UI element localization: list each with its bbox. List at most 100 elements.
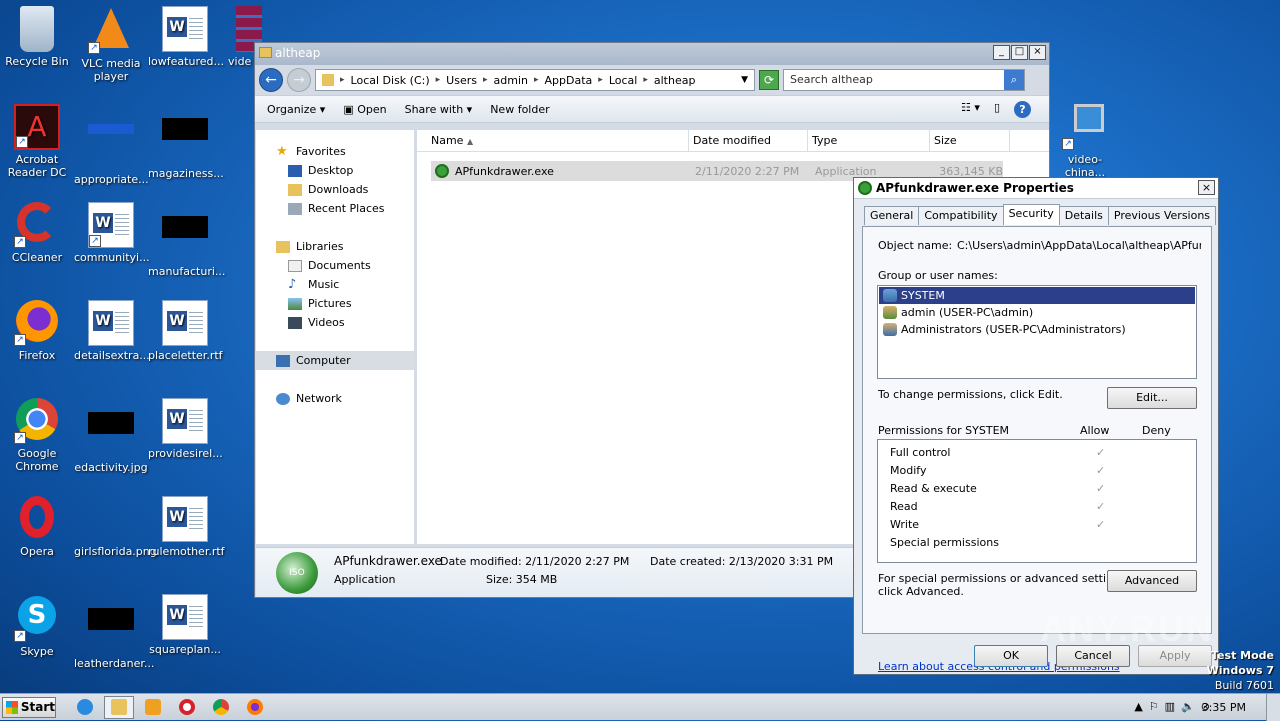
breadcrumb-local[interactable]: Local	[609, 74, 638, 87]
breadcrumb-appdata[interactable]: AppData	[545, 74, 593, 87]
nav-documents[interactable]: Documents	[256, 256, 414, 275]
user-row-admin[interactable]: admin (USER-PC\admin)	[879, 304, 1195, 321]
nav-favorites[interactable]: ★ Favorites	[256, 142, 414, 161]
search-icon[interactable]: ⌕	[1004, 70, 1024, 90]
share-with-button[interactable]: Share with ▾	[405, 103, 473, 116]
nav-music[interactable]: ♪ Music	[256, 275, 414, 294]
desktop-icon-providesirel[interactable]: providesirel...	[148, 398, 223, 460]
desktop-icon-leatherdaner[interactable]: leatherdaner...	[74, 594, 154, 670]
desktop-icon-placeletter[interactable]: placeletter.rtf	[148, 300, 223, 362]
network-tray-icon[interactable]: ▥	[1165, 700, 1175, 713]
desktop-icon-opera[interactable]: Opera	[0, 496, 74, 558]
ok-button[interactable]: OK	[974, 645, 1048, 667]
videos-icon	[288, 316, 302, 329]
show-hidden-icons-icon[interactable]: ▲	[1134, 700, 1142, 713]
nav-desktop[interactable]: Desktop	[256, 161, 414, 180]
tab-previous-versions[interactable]: Previous Versions	[1107, 206, 1217, 225]
column-date-modified[interactable]: Date modified	[689, 130, 808, 151]
show-desktop-button[interactable]	[1266, 694, 1280, 721]
breadcrumb-users[interactable]: Users	[446, 74, 477, 87]
clock[interactable]: 3:35 PM	[1202, 701, 1246, 714]
desktop-icon-squareplan[interactable]: squareplan...	[148, 594, 222, 656]
view-options-icon[interactable]: ☷ ▾	[961, 101, 980, 118]
taskbar-firefox[interactable]	[240, 696, 270, 719]
tab-compatibility[interactable]: Compatibility	[918, 206, 1004, 225]
search-input[interactable]: Search altheap ⌕	[783, 69, 1025, 91]
column-type[interactable]: Type	[808, 130, 930, 151]
breadcrumb-admin[interactable]: admin	[494, 74, 528, 87]
close-button[interactable]: ×	[1029, 45, 1046, 60]
nav-videos[interactable]: Videos	[256, 313, 414, 332]
nav-pictures[interactable]: Pictures	[256, 294, 414, 313]
star-icon: ★	[276, 143, 288, 159]
tab-security[interactable]: Security	[1002, 204, 1060, 225]
column-name[interactable]: Name ▲	[417, 130, 689, 151]
refresh-button[interactable]: ⟳	[759, 70, 779, 90]
desktop-icon-communityi[interactable]: ↗ communityi...	[74, 202, 150, 264]
allow-check-icon: ✓	[1096, 464, 1106, 477]
action-center-icon[interactable]: ⚐	[1149, 700, 1159, 713]
advanced-button[interactable]: Advanced	[1107, 570, 1197, 592]
users-group-icon	[883, 289, 897, 302]
nav-network[interactable]: Network	[256, 389, 414, 408]
special-permissions-text-1: For special permissions or advanced sett…	[878, 572, 1130, 585]
security-tab-page: Object name: C:\Users\admin\AppData\Loca…	[862, 226, 1212, 673]
tab-general[interactable]: General	[864, 206, 920, 225]
user-row-administrators[interactable]: Administrators (USER-PC\Administrators)	[879, 321, 1195, 338]
breadcrumb-local-disk[interactable]: Local Disk (C:)	[351, 74, 430, 87]
desktop-icon-manufacturi[interactable]: manufacturi...	[148, 202, 225, 278]
maximize-button[interactable]: □	[1011, 45, 1028, 60]
perm-write: Write	[890, 518, 920, 531]
taskbar-opera[interactable]	[172, 696, 202, 719]
desktop-icon-firefox[interactable]: ↗ Firefox	[0, 300, 74, 362]
nav-libraries[interactable]: Libraries	[256, 237, 414, 256]
edit-button[interactable]: Edit...	[1107, 387, 1197, 409]
open-button[interactable]: ▣ Open	[343, 103, 386, 116]
desktop-icon-ccleaner[interactable]: ↗ CCleaner	[0, 202, 74, 264]
taskbar-media-player[interactable]	[138, 696, 168, 719]
taskbar-ie[interactable]	[70, 696, 100, 719]
desktop-icon-acrobat[interactable]: A ↗ Acrobat Reader DC	[0, 104, 74, 179]
dialog-close-button[interactable]: ×	[1198, 180, 1215, 195]
desktop-icon-skype[interactable]: S ↗ Skype	[0, 594, 74, 658]
nav-recent-places[interactable]: Recent Places	[256, 199, 414, 218]
volume-icon[interactable]: 🔈	[1181, 700, 1195, 713]
organize-button[interactable]: Organize ▾	[267, 103, 325, 116]
desktop-icon-girlsflorida[interactable]: girlsflorida.png	[74, 496, 157, 558]
back-button[interactable]: ←	[259, 68, 283, 92]
taskbar-chrome[interactable]	[206, 696, 236, 719]
internet-explorer-icon	[77, 699, 93, 715]
desktop-icon-detailsextra[interactable]: detailsextra...	[74, 300, 150, 362]
column-size[interactable]: Size	[930, 130, 1010, 151]
address-bar[interactable]: ▸ Local Disk (C:) ▸ Users ▸ admin ▸ AppData…	[315, 69, 755, 91]
desktop-icon-video-china[interactable]: ↗ video-china...	[1048, 104, 1122, 179]
tab-details[interactable]: Details	[1058, 206, 1109, 225]
dialog-titlebar[interactable]: APfunkdrawer.exe Properties ×	[854, 178, 1218, 199]
chrome-icon	[213, 699, 229, 715]
allow-check-icon: ✓	[1096, 482, 1106, 495]
start-button[interactable]: Start	[2, 696, 56, 718]
desktop-icon-recycle-bin[interactable]: Recycle Bin	[0, 6, 74, 68]
desktop-icon-chrome[interactable]: ↗ Google Chrome	[0, 398, 74, 473]
user-row-system[interactable]: SYSTEM	[879, 287, 1195, 304]
desktop-icon-magaziness[interactable]: magaziness...	[148, 104, 224, 180]
vlc-icon: ↗	[88, 8, 134, 54]
word-doc-icon: ↗	[88, 202, 134, 248]
desktop-icon-rulemother[interactable]: rulemother.rtf	[148, 496, 225, 558]
desktop-icon-vlc[interactable]: ↗ VLC media player	[74, 6, 148, 83]
help-icon[interactable]: ?	[1014, 101, 1031, 118]
breadcrumb-altheap[interactable]: altheap	[654, 74, 696, 87]
address-dropdown-icon[interactable]: ▼	[741, 75, 748, 85]
object-name-label: Object name:	[878, 239, 953, 252]
preview-pane-icon[interactable]: ▯	[994, 101, 1000, 118]
desktop-icon-edactivity[interactable]: edactivity.jpg	[74, 398, 148, 474]
new-folder-button[interactable]: New folder	[490, 103, 549, 116]
minimize-button[interactable]: _	[993, 45, 1010, 60]
nav-downloads[interactable]: Downloads	[256, 180, 414, 199]
nav-computer[interactable]: Computer	[256, 351, 414, 370]
desktop-icon-appropriate[interactable]: appropriate...	[74, 104, 149, 186]
desktop-icon-lowfeatured[interactable]: lowfeatured...	[148, 6, 224, 68]
explorer-titlebar[interactable]: altheap _ □ ×	[255, 43, 1049, 65]
forward-button[interactable]: →	[287, 68, 311, 92]
taskbar-explorer[interactable]	[104, 695, 134, 719]
